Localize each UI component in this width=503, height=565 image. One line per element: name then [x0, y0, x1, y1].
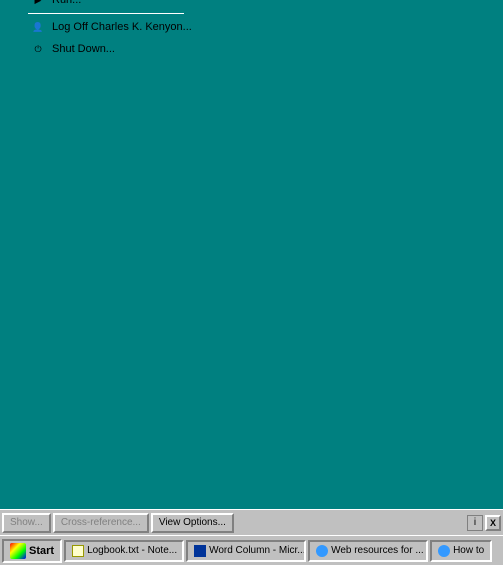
start-windows-icon — [10, 543, 26, 559]
desktop — [0, 0, 503, 520]
info-button[interactable]: i — [467, 515, 483, 531]
taskbar: Start Logbook.txt - Note... Word Column … — [0, 535, 503, 565]
menu-item-label: Log Off Charles K. Kenyon... — [52, 21, 192, 33]
bottom-toolbar: Show... Cross-reference... View Options.… — [0, 509, 503, 535]
notepad-taskbar-icon — [72, 545, 84, 557]
menu-item-shutdown[interactable]: ⏻ Shut Down... — [24, 38, 188, 60]
taskbar-item-word[interactable]: Word Column - Micr... — [186, 540, 306, 562]
start-label: Start — [29, 545, 54, 557]
viewoptions-button[interactable]: View Options... — [151, 513, 234, 533]
menu-item-logoff[interactable]: 👤 Log Off Charles K. Kenyon... — [24, 16, 188, 38]
word-taskbar-icon — [194, 545, 206, 557]
taskbar-item-label: How to — [453, 545, 484, 556]
taskbar-item-label: Word Column - Micr... — [209, 545, 306, 556]
show-button[interactable]: Show... — [2, 513, 51, 533]
taskbar-item-label: Web resources for ... — [331, 545, 424, 556]
show-label: Show... — [10, 517, 43, 528]
taskbar-items: Logbook.txt - Note... Word Column - Micr… — [64, 540, 501, 562]
crossref-button[interactable]: Cross-reference... — [53, 513, 149, 533]
taskbar-item-howto[interactable]: How to — [430, 540, 492, 562]
crossref-label: Cross-reference... — [61, 517, 141, 528]
ie-taskbar-icon-2 — [438, 545, 450, 557]
logoff-icon: 👤 — [30, 19, 46, 35]
start-button[interactable]: Start — [2, 539, 62, 563]
shutdown-icon: ⏻ — [30, 41, 46, 57]
taskbar-item-webresources[interactable]: Web resources for ... — [308, 540, 428, 562]
menu-item-label: Shut Down... — [52, 43, 182, 55]
close-icon: X — [490, 518, 496, 528]
run-icon: ▶ — [30, 0, 46, 8]
close-button[interactable]: X — [485, 515, 501, 531]
menu-separator — [28, 13, 184, 14]
viewoptions-label: View Options... — [159, 517, 226, 528]
taskbar-item-label: Logbook.txt - Note... — [87, 545, 177, 556]
menu-item-label: Run... — [52, 0, 182, 6]
ie-taskbar-icon — [316, 545, 328, 557]
taskbar-item-logbook[interactable]: Logbook.txt - Note... — [64, 540, 184, 562]
menu-item-run[interactable]: ▶ Run... — [24, 0, 188, 11]
